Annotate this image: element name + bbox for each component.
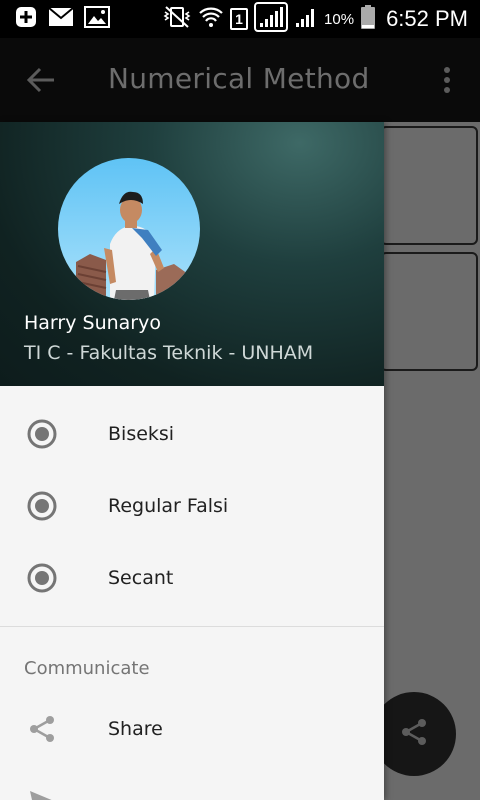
image-icon [84,6,110,32]
content-card [380,252,478,371]
more-vert-icon[interactable] [442,66,452,98]
radio-button-checked-icon [26,490,58,522]
user-name: Harry Sunaryo [24,312,161,334]
drawer-item-label: Share [108,718,163,740]
signal-icon [294,5,318,33]
send-icon [26,785,58,800]
signal-icon [254,2,289,36]
drawer-item-label: Secant [108,567,174,589]
section-header-communicate: Communicate [0,627,384,685]
drawer-item-secant[interactable]: Secant [0,542,384,614]
add-notification-icon [14,5,38,33]
drawer-item-label: Biseksi [108,423,175,445]
app-toolbar: Numerical Method [0,38,480,122]
avatar[interactable] [58,158,200,300]
vibrate-icon [162,5,192,33]
navigation-drawer: Harry Sunaryo TI C - Fakultas Teknik - U… [0,122,384,800]
wifi-icon [198,4,224,34]
share-fab[interactable] [372,692,456,776]
mail-icon [48,7,74,31]
share-icon [398,716,430,752]
status-time: 6:52 PM [386,6,468,31]
user-subtitle: TI C - Fakultas Teknik - UNHAM [24,342,314,364]
status-bar: 1 10% 6:52 PM [0,0,480,38]
battery-icon [360,4,376,34]
arrow-back-icon[interactable] [26,66,56,98]
drawer-item-share[interactable]: Share [0,693,384,765]
radio-button-checked-icon [26,562,58,594]
toolbar-title: Numerical Method [108,62,370,95]
content-card [380,126,478,245]
share-icon [26,713,58,745]
drawer-header: Harry Sunaryo TI C - Fakultas Teknik - U… [0,122,384,386]
battery-percent: 10% [324,10,355,28]
section-title: Communicate [24,658,150,679]
sim-icon: 1 [230,8,249,30]
drawer-item-regular-falsi[interactable]: Regular Falsi [0,470,384,542]
radio-button-checked-icon [26,418,58,450]
drawer-item-label: Regular Falsi [108,495,229,517]
drawer-item-biseksi[interactable]: Biseksi [0,398,384,470]
drawer-item-send[interactable] [0,765,384,800]
